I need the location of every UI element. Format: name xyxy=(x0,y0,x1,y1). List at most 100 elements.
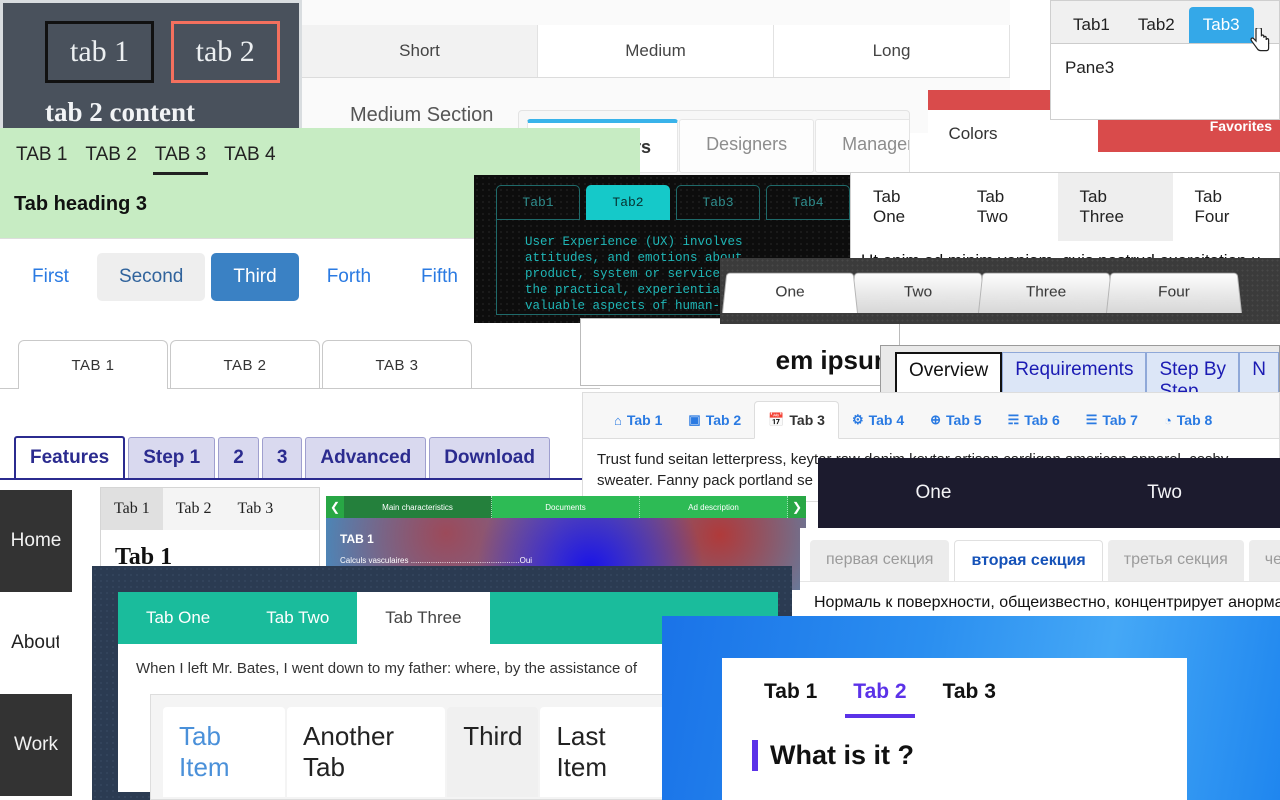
tab-4[interactable]: TAB 4 xyxy=(222,142,277,175)
tab-2[interactable]: ▣ Tab 2 xyxy=(675,402,754,438)
hero-heading: What is it ? xyxy=(752,740,1187,771)
tab-2-button[interactable]: tab 2 xyxy=(170,21,280,83)
tab-advanced[interactable]: Advanced xyxy=(305,437,427,478)
tab-medium[interactable]: Medium xyxy=(538,25,774,77)
tab-requirements[interactable]: Requirements xyxy=(1002,352,1147,392)
tab-managers[interactable]: Managers xyxy=(815,119,909,173)
tab-item[interactable]: Tab Item xyxy=(163,707,286,797)
tab-short[interactable]: Short xyxy=(302,25,538,77)
tab-3[interactable]: Tab 3 xyxy=(225,488,287,530)
tab-one[interactable]: Tab One xyxy=(118,592,238,644)
calendar-icon: 📅 xyxy=(768,412,785,427)
tab-next[interactable]: N xyxy=(1239,352,1279,392)
tab-step-by-step[interactable]: Step By Step xyxy=(1146,352,1240,392)
tablist: Tab One Tab Two Tab Three Tab Four xyxy=(851,173,1279,241)
tab-6[interactable]: ☴ Tab 6 xyxy=(995,402,1073,438)
tab-2[interactable]: Tab 2 xyxy=(845,674,915,718)
menu-item-about[interactable]: About xyxy=(0,592,72,694)
tab-long[interactable]: Long xyxy=(774,25,1010,77)
tab-1[interactable]: TAB 1 xyxy=(18,340,168,389)
tablist: TAB 1 TAB 2 TAB 3 xyxy=(0,318,600,389)
tab-designers[interactable]: Designers xyxy=(679,119,815,173)
tablist: One Two xyxy=(818,458,1280,528)
tab-3[interactable]: TAB 3 xyxy=(322,340,472,389)
tab-three[interactable]: Tab Three xyxy=(357,592,490,644)
tab-third[interactable]: Third xyxy=(447,707,539,797)
tab-three[interactable]: Tab Three xyxy=(1057,173,1173,241)
tab-5[interactable]: ⊕ Tab 5 xyxy=(917,402,994,438)
tab-two[interactable]: Two xyxy=(1049,458,1280,528)
tab-fourth[interactable]: четвёрта xyxy=(1248,540,1280,581)
tab-4[interactable]: ⚙ Tab 4 xyxy=(839,402,917,438)
menu-item-work[interactable]: Work xyxy=(0,694,72,796)
tab-3[interactable]: TAB 3 xyxy=(152,142,209,175)
tab-3[interactable]: Tab3 xyxy=(1188,7,1254,43)
tab-third[interactable]: Third xyxy=(211,253,299,301)
skeuomorphic-tab-panel: One Two Three Four xyxy=(720,258,1280,324)
tab-2[interactable]: TAB 2 xyxy=(170,340,320,389)
tab-2[interactable]: Tab2 xyxy=(1124,7,1189,43)
tab-ad-description[interactable]: Ad description xyxy=(640,496,788,518)
hero-tab-panel: Tab 1 Tab 2 Tab 3 What is it ? xyxy=(662,616,1280,800)
tab-last-item[interactable]: Last Item xyxy=(540,707,669,797)
tab-step-1[interactable]: Step 1 xyxy=(128,437,216,478)
tab-forth[interactable]: Forth xyxy=(305,253,393,301)
tab-one[interactable]: Tab One xyxy=(851,173,955,241)
tablist: Features Step 1 2 3 Advanced Download xyxy=(0,428,600,478)
tab-overview[interactable]: Overview xyxy=(895,352,1003,392)
tab-1[interactable]: Tab1 xyxy=(496,185,580,220)
tab-second[interactable]: Second xyxy=(96,253,206,301)
tab-fifth[interactable]: Fifth xyxy=(399,253,480,301)
tab-2[interactable]: Tab2 xyxy=(586,185,670,220)
carousel-title: TAB 1 xyxy=(340,532,374,546)
tab-third[interactable]: третья секция xyxy=(1107,540,1244,581)
tab-download[interactable]: Download xyxy=(429,437,550,478)
dark-slate-tab-panel: tab 1 tab 2 tab 2 content xyxy=(0,0,302,133)
tab-3[interactable]: Tab3 xyxy=(676,185,760,220)
tab-two[interactable]: Tab Two xyxy=(238,592,357,644)
tab-first[interactable]: First xyxy=(10,253,91,301)
tab-label: Tab 5 xyxy=(946,412,982,428)
tab-two[interactable]: Tab Two xyxy=(955,173,1058,241)
chevron-right-icon[interactable]: ❯ xyxy=(788,496,806,518)
tab-1[interactable]: Tab1 xyxy=(1059,7,1124,43)
tab-label: Tab 6 xyxy=(1024,412,1060,428)
tab-features[interactable]: Features xyxy=(14,436,126,478)
tab-four[interactable]: Four xyxy=(1106,272,1242,313)
tab-second[interactable]: вторая секция xyxy=(954,540,1103,581)
server-icon: ☰ xyxy=(1085,412,1098,427)
favorites-label[interactable]: Favorites xyxy=(1210,118,1272,134)
tab-documents[interactable]: Documents xyxy=(492,496,640,518)
tab-1-button[interactable]: tab 1 xyxy=(45,21,155,83)
tab-3[interactable]: Tab 3 xyxy=(935,674,1004,718)
lorem-card: em ipsum xyxy=(580,318,900,386)
tab-4[interactable]: Tab4 xyxy=(766,185,850,220)
tab-two[interactable]: Two xyxy=(850,272,986,313)
tab-label: Tab 8 xyxy=(1176,412,1213,428)
tab-1[interactable]: Tab 1 xyxy=(756,674,825,718)
tab-2[interactable]: Tab 2 xyxy=(163,488,225,530)
features-tab-panel: Features Step 1 2 3 Advanced Download xyxy=(0,428,600,490)
tab-1[interactable]: ⌂ Tab 1 xyxy=(601,402,675,438)
window-icon: ▣ xyxy=(688,412,701,427)
tablist: Tab1 Tab2 Tab3 xyxy=(1051,1,1279,44)
tab-one[interactable]: One xyxy=(722,272,858,313)
tab-2[interactable]: TAB 2 xyxy=(83,142,138,175)
tab-one[interactable]: One xyxy=(818,458,1049,528)
tab-3[interactable]: 📅 Tab 3 xyxy=(754,401,839,439)
tab-four[interactable]: Tab Four xyxy=(1173,173,1279,241)
blue-tab-panel: Tab1 Tab2 Tab3 Pane3 xyxy=(1050,0,1280,120)
menu-item-home[interactable]: Home xyxy=(0,490,72,592)
tab-3[interactable]: 3 xyxy=(261,437,303,478)
tab-8[interactable]: ◔ Tab 8 xyxy=(1151,402,1225,438)
tab-another[interactable]: Another Tab xyxy=(287,707,446,797)
tab-7[interactable]: ☰ Tab 7 xyxy=(1073,402,1151,438)
tab-first[interactable]: первая секция xyxy=(810,540,950,581)
tablist: ⌂ Tab 1 ▣ Tab 2 📅 Tab 3 ⚙ Tab 4 ⊕ Tab 5 … xyxy=(583,393,1279,439)
tab-1[interactable]: Tab 1 xyxy=(101,488,163,530)
tab-main-characteristics[interactable]: Main characteristics xyxy=(344,496,492,518)
chevron-left-icon[interactable]: ❮ xyxy=(326,496,344,518)
tab-three[interactable]: Three xyxy=(978,272,1114,313)
tab-1[interactable]: TAB 1 xyxy=(14,142,69,175)
tab-2[interactable]: 2 xyxy=(218,437,259,478)
